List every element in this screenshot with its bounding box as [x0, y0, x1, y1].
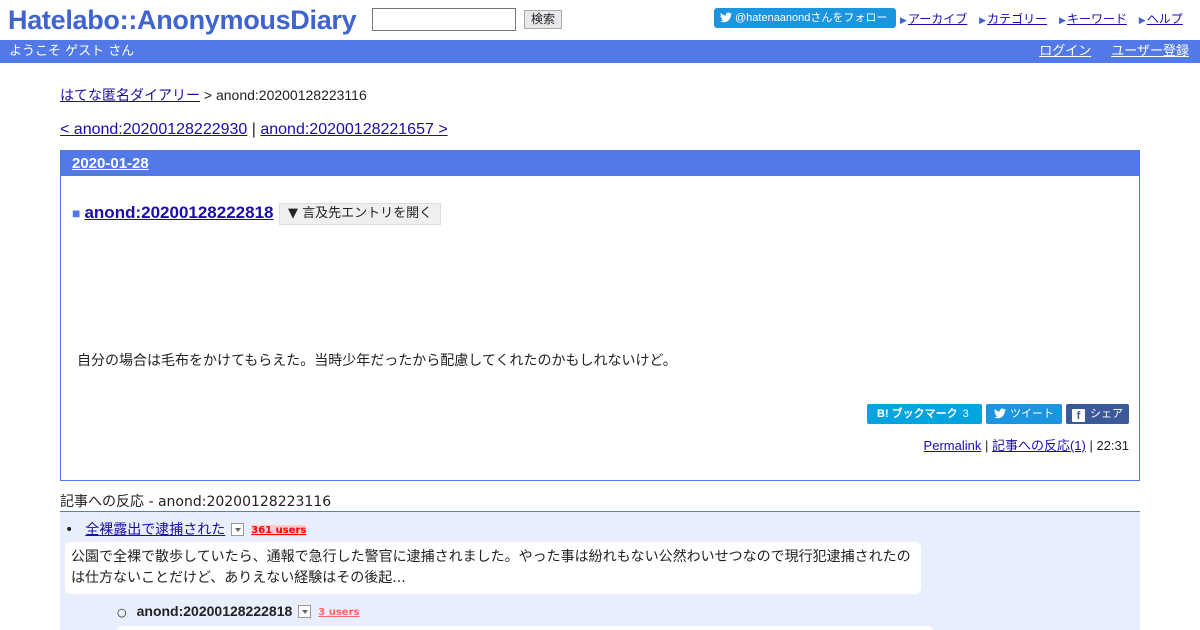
entry-pager: < anond:20200128222930 | anond:202001282…: [60, 121, 448, 139]
arrow-icon: ▶: [900, 16, 907, 26]
entry-title-link[interactable]: anond:20200128222818: [84, 203, 273, 222]
reference-summary-box: [117, 626, 933, 630]
facebook-share-button[interactable]: f シェア: [1066, 404, 1129, 424]
bullet-icon: •: [65, 522, 74, 538]
welcome-text: ようこそ ゲスト さん: [9, 44, 135, 59]
arrow-icon: ▶: [1058, 16, 1066, 26]
tweet-label: ツイート: [1010, 408, 1054, 420]
arrow-icon: ▶: [1138, 16, 1146, 26]
twitter-bird-icon: [720, 12, 732, 23]
nav-category[interactable]: カテゴリー: [987, 12, 1047, 26]
nav-archive[interactable]: アーカイブ: [908, 12, 967, 26]
hatena-bookmark-button[interactable]: B! ブックマーク 3: [867, 404, 982, 424]
search-input[interactable]: [372, 8, 516, 31]
breadcrumb-home-link[interactable]: はてな匿名ダイアリー: [60, 87, 200, 103]
facebook-share-label: シェア: [1090, 408, 1123, 420]
breadcrumb-separator: >: [200, 87, 216, 103]
arrow-icon: ▶: [979, 16, 987, 26]
twitter-follow-label: @hatenaanondさんをフォロー: [735, 12, 888, 24]
header-nav: ▶アーカイブ ▶カテゴリー ▶キーワード ▶ヘルプ: [900, 10, 1191, 27]
bullet-icon: ○: [117, 606, 127, 619]
entry-time: 22:31: [1096, 438, 1129, 453]
list-item: • 全裸露出で逮捕された 361 users: [65, 519, 307, 539]
references-box: • 全裸露出で逮捕された 361 users 公園で全裸で散歩していたら、通報で急行…: [60, 511, 1140, 630]
hatena-bookmark-label: B! ブックマーク: [877, 408, 958, 420]
breadcrumb-current: anond:20200128223116: [215, 87, 367, 103]
tweet-button[interactable]: ツイート: [986, 404, 1062, 424]
twitter-bird-icon: [994, 408, 1006, 419]
bookmark-users-badge[interactable]: 361 users: [251, 525, 307, 536]
bookmark-users-badge[interactable]: 3 users: [318, 607, 359, 618]
open-referred-entry-button[interactable]: ▼ 言及先エントリを開く: [279, 203, 442, 225]
day-header: 2020-01-28: [61, 151, 1139, 176]
search-button[interactable]: 検索: [524, 10, 562, 29]
top-bar: Hatelabo::AnonymousDiary 検索 @hatenaanond…: [0, 0, 1200, 40]
share-buttons: B! ブックマーク 3 ツイート f シェア: [863, 404, 1129, 424]
breadcrumb: はてな匿名ダイアリー > anond:20200128223116: [60, 85, 367, 105]
reference-title: anond:20200128222818: [136, 603, 293, 619]
entry-body: 自分の場合は毛布をかけてもらえた。当時少年だったから配慮してくれたのかもしれない…: [77, 353, 677, 369]
references-title: 記事への反応 - anond:20200128223116: [60, 494, 332, 510]
reactions-link[interactable]: 記事への反応(1): [992, 438, 1086, 453]
site-logo[interactable]: Hatelabo::AnonymousDiary: [8, 5, 357, 36]
nav-help[interactable]: ヘルプ: [1147, 12, 1183, 26]
square-icon: ■: [72, 205, 81, 221]
twitter-follow-button[interactable]: @hatenaanondさんをフォロー: [714, 8, 896, 28]
login-link[interactable]: ログイン: [1039, 44, 1091, 59]
register-link[interactable]: ユーザー登録: [1111, 44, 1189, 59]
chevron-down-icon[interactable]: [298, 605, 312, 618]
entry-title: ■ anond:20200128222818: [72, 203, 274, 223]
list-item: ○ anond:20200128222818 3 users: [117, 603, 359, 620]
welcome-bar: ようこそ ゲスト さん ログイン ユーザー登録: [0, 40, 1200, 63]
permalink-link[interactable]: Permalink: [924, 438, 982, 453]
entry-footer: Permalink | 記事への反応(1) | 22:31: [923, 438, 1129, 453]
nav-keyword[interactable]: キーワード: [1067, 12, 1127, 26]
reference-title-link[interactable]: 全裸露出で逮捕された: [85, 522, 225, 538]
hatena-bookmark-count: 3: [962, 408, 969, 420]
reference-summary: 公園で全裸で散歩していたら、通報で急行した警官に逮捕されました。やった事は紛れも…: [65, 542, 921, 594]
next-entry-link[interactable]: anond:20200128221657 >: [260, 121, 447, 138]
day-date-link[interactable]: 2020-01-28: [72, 155, 149, 172]
facebook-icon: f: [1072, 409, 1085, 422]
prev-entry-link[interactable]: < anond:20200128222930: [60, 121, 247, 138]
chevron-down-icon[interactable]: [231, 523, 245, 536]
day-section: 2020-01-28 ■ anond:20200128222818 ▼ 言及先エン…: [60, 150, 1140, 481]
pager-separator: |: [247, 121, 261, 138]
